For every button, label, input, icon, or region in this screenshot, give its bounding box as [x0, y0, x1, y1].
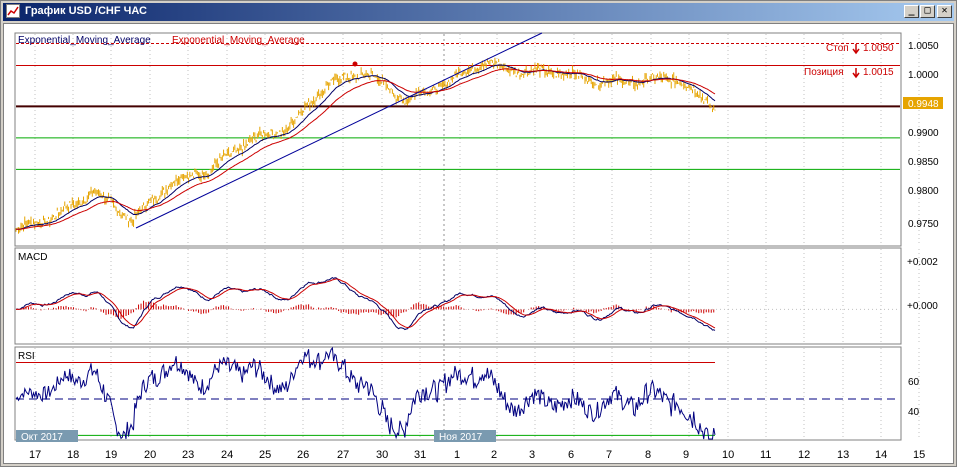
chart-area[interactable]: Exponential_Moving_Average Exponential_M…	[3, 23, 954, 464]
maximize-button[interactable]: □	[920, 5, 935, 18]
x-tick: 9	[683, 449, 689, 461]
month-label: Окт 2017	[21, 432, 63, 443]
x-tick: 17	[29, 449, 41, 461]
x-tick: 31	[414, 449, 426, 461]
rsi-tick: 40	[908, 407, 920, 418]
title-bar[interactable]: График USD /CHF ЧАС _ □ ✕	[3, 3, 954, 21]
chart-icon	[6, 4, 20, 18]
x-tick: 10	[722, 449, 734, 461]
rsi-tick: 60	[908, 377, 920, 388]
main-panel[interactable]	[14, 32, 902, 247]
x-tick: 18	[67, 449, 79, 461]
x-tick: 15	[913, 449, 925, 461]
macd-title: MACD	[18, 252, 47, 263]
ema-label-1: Exponential_Moving_Average	[18, 35, 151, 46]
x-tick: 26	[297, 449, 309, 461]
y-tick: 1.0000	[908, 70, 939, 81]
y-tick: 0.9900	[908, 128, 939, 139]
x-tick: 3	[529, 449, 535, 461]
x-tick: 7	[606, 449, 612, 461]
month-label: Ноя 2017	[439, 432, 483, 443]
macd-panel[interactable]	[14, 247, 902, 345]
x-tick: 12	[798, 449, 810, 461]
price-axis: 1.0050 1.0000 0.9900 0.9850 0.9800 0.975…	[908, 41, 939, 230]
x-tick: 11	[760, 449, 771, 461]
x-tick: 1	[454, 449, 460, 461]
stop-order-label[interactable]: Стоп	[826, 43, 849, 54]
window-title: График USD /CHF ЧАС	[25, 5, 147, 17]
x-tick: 8	[645, 449, 651, 461]
ema-label-2: Exponential_Moving_Average	[172, 35, 305, 46]
x-tick: 19	[105, 449, 117, 461]
position-order-price: 1.0015	[863, 67, 894, 78]
x-tick: 27	[337, 449, 349, 461]
y-tick: 0.9800	[908, 186, 939, 197]
minimize-button[interactable]: _	[904, 5, 919, 18]
macd-tick: +0.000	[907, 301, 938, 312]
chart-window: График USD /CHF ЧАС _ □ ✕ Exponential_Mo…	[0, 0, 957, 467]
rsi-panel[interactable]	[14, 346, 902, 441]
order-marker[interactable]	[352, 61, 358, 67]
x-tick: 14	[875, 449, 887, 461]
rsi-title: RSI	[18, 351, 35, 362]
x-tick: 13	[837, 449, 849, 461]
x-tick: 6	[568, 449, 574, 461]
y-tick: 1.0050	[908, 41, 939, 52]
chart-canvas[interactable]: Exponential_Moving_Average Exponential_M…	[4, 24, 953, 463]
x-tick: 20	[144, 449, 156, 461]
x-tick: 2	[491, 449, 497, 461]
current-price-label: 0.9948	[908, 99, 939, 110]
x-tick: 25	[259, 449, 271, 461]
position-order-label[interactable]: Позиция	[804, 67, 844, 78]
x-tick: 23	[182, 449, 194, 461]
y-tick: 0.9850	[908, 157, 939, 168]
close-button[interactable]: ✕	[937, 5, 952, 18]
stop-order-price: 1.0050	[863, 43, 894, 54]
x-tick: 30	[376, 449, 388, 461]
macd-tick: +0.002	[907, 257, 938, 268]
x-tick: 24	[221, 449, 233, 461]
time-axis: 17 18 19 20 23 24 25 26 27 30 31 1 2 3 6 7 8 9 10 11 12 13 14 1…	[29, 449, 925, 461]
y-tick: 0.9750	[908, 219, 939, 230]
